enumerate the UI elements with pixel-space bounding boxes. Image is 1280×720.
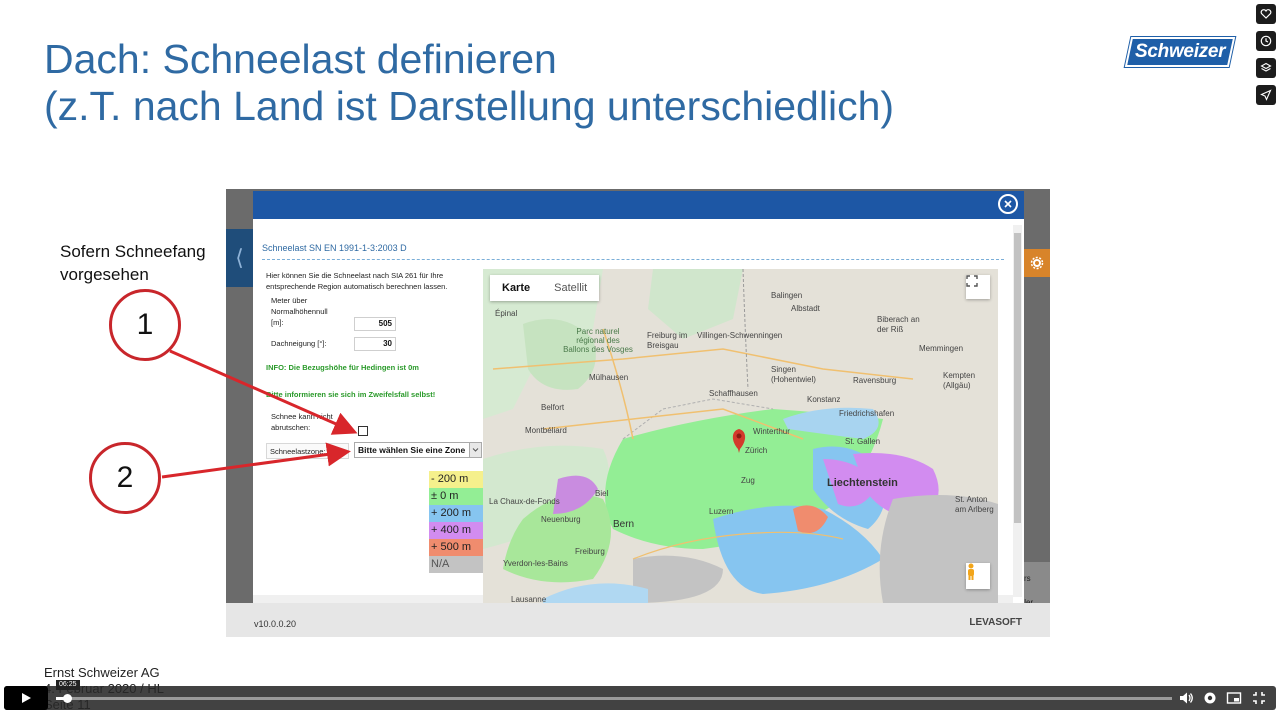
map-label-epinal: Épinal (495, 309, 518, 318)
slide-off-label-2: abrutschen: (271, 423, 311, 432)
levasoft-logo: LEVASOFT (969, 617, 1022, 628)
snow-cannot-slide-checkbox[interactable] (358, 426, 368, 436)
height-label-2: Normalhöhennull (271, 307, 328, 316)
gear-icon[interactable] (1024, 249, 1050, 277)
map-label-friedrichshafen: Friedrichshafen (839, 409, 895, 418)
annotation-text: Sofern Schneefang vorgesehen (60, 240, 206, 286)
dialog-description: Hier können Sie die Schneelast nach SIA … (266, 271, 448, 291)
map-label-biel: Biel (595, 489, 609, 498)
map-label-liechtenstein: Liechtenstein (827, 477, 898, 489)
play-icon (22, 693, 31, 703)
schweizer-logo: Schweizer (1124, 37, 1236, 67)
slope-input[interactable]: 30 (354, 337, 396, 351)
map-label-freiburg-ch: Freiburg (575, 547, 605, 556)
tab-karte[interactable]: Karte (490, 275, 542, 301)
slide-title-line-2: (z.T. nach Land ist Darstellung untersch… (44, 83, 895, 129)
slope-label: Dachneigung [°]: (271, 339, 327, 348)
height-label-1: Meter über (271, 296, 308, 305)
video-player-bar: 06:25 (4, 680, 1276, 710)
map-label-stgallen: St. Gallen (845, 437, 881, 446)
close-icon[interactable] (998, 194, 1018, 214)
map-label-balingen: Balingen (771, 291, 803, 300)
map-label-zuerich: Zürich (745, 446, 768, 455)
scroll-thumb[interactable] (1014, 233, 1021, 523)
map-label-villingen: Villingen-Schwenningen (697, 331, 783, 340)
current-time: 06:25 (56, 680, 80, 690)
legend-item: N/A (429, 556, 483, 573)
clock-icon[interactable] (1256, 31, 1276, 51)
map-label-albstadt: Albstadt (791, 304, 820, 313)
map-label-schaffhausen: Schaffhausen (709, 389, 758, 398)
map-label-belfort: Belfort (541, 403, 565, 412)
chevron-left-icon[interactable]: ⟨ (226, 229, 253, 287)
app-screenshot: ⟨ rs aller v10.0.0.20 LEVASOFT Schneelas… (226, 189, 1050, 637)
footer-company: Ernst Schweizer AG (44, 665, 160, 680)
version-label: v10.0.0.20 (254, 619, 297, 629)
map-label-muelhausen: Mülhausen (589, 373, 629, 382)
map-label-memmingen: Memmingen (919, 344, 964, 353)
map-label-luzern: Luzern (709, 507, 734, 516)
snow-zone-value: Bitte wählen Sie eine Zone (358, 445, 466, 455)
map-label-winterthur: Winterthur (753, 427, 790, 436)
settings-icon[interactable] (1200, 688, 1220, 708)
snow-zone-select[interactable]: Bitte wählen Sie eine Zone (354, 442, 482, 458)
legend-item: - 200 m (429, 471, 483, 488)
info-text: INFO: Die Bezugshöhe für Hedingen ist 0m (266, 363, 419, 372)
map-type-tabs: Karte Satellit (490, 275, 600, 301)
map-label-montbeliard: Montbéliard (525, 426, 567, 435)
map-label-zug: Zug (741, 476, 755, 485)
annotation-line-1: Sofern Schneefang (60, 242, 206, 261)
pegman-icon[interactable] (966, 563, 990, 589)
map-label-lausanne: Lausanne (511, 595, 547, 603)
callout-1: 1 (109, 289, 181, 361)
slide-title-line-1: Dach: Schneelast definieren (44, 36, 557, 82)
vertical-scrollbar[interactable] (1013, 225, 1022, 597)
dialog-separator (262, 259, 1004, 260)
height-input[interactable]: 505 (354, 317, 396, 331)
map-label-kempten: Kempten (Allgäu) (943, 371, 976, 390)
app-statusbar (226, 603, 1050, 637)
warning-text: Bitte informieren sie sich im Zweifelsfa… (266, 390, 436, 399)
map-label-ballons: Parc naturel régional des Ballons des Vo… (563, 327, 633, 354)
slide-title: Dach: Schneelast definieren (z.T. nach L… (44, 36, 1044, 130)
fullscreen-icon[interactable] (966, 275, 990, 299)
progress-bar[interactable] (56, 694, 1172, 703)
zone-legend: - 200 m ± 0 m + 200 m + 400 m + 500 m N/… (429, 471, 483, 573)
dialog-header (253, 191, 1024, 219)
map-label-stanton: St. Anton am Arlberg (955, 495, 994, 514)
zone-label: Schneelastzone: (270, 447, 326, 456)
tab-satellit[interactable]: Satellit (542, 275, 599, 301)
legend-item: + 200 m (429, 505, 483, 522)
picture-in-picture-icon[interactable] (1224, 688, 1244, 708)
snow-load-dialog: Schneelast SN EN 1991-1-3:2003 D Hier kö… (253, 191, 1024, 603)
volume-icon[interactable] (1176, 688, 1196, 708)
panel-text-1: rs (1024, 574, 1031, 583)
progress-handle[interactable] (63, 694, 73, 703)
annotation-line-2: vorgesehen (60, 265, 149, 284)
send-icon[interactable] (1256, 85, 1276, 105)
map-label-biberach: Biberach an der Riß (877, 315, 920, 334)
legend-item: + 400 m (429, 522, 483, 539)
map-label-yverdon: Yverdon-les-Bains (503, 559, 568, 568)
map-label-ravensburg: Ravensburg (853, 376, 897, 385)
legend-item: ± 0 m (429, 488, 483, 505)
map-label-singen: Singen (Hohentwiel) (771, 365, 816, 384)
map-label-bern: Bern (613, 519, 635, 530)
layers-icon[interactable] (1256, 58, 1276, 78)
side-actions (1256, 4, 1276, 112)
map-label-chauxdefonds: La Chaux-de-Fonds (489, 497, 560, 506)
map-label-neuenburg: Neuenburg (541, 515, 581, 524)
logo-text: Schweizer (1134, 41, 1226, 62)
legend-item: + 500 m (429, 539, 483, 556)
snow-zone-map[interactable]: Karte Satellit Épinal Parc naturel régio… (483, 269, 998, 603)
play-button[interactable] (4, 686, 48, 710)
fullscreen-exit-icon[interactable] (1249, 688, 1269, 708)
map-label-konstanz: Konstanz (807, 395, 841, 404)
heart-icon[interactable] (1256, 4, 1276, 24)
slide-off-label-1: Schnee kann nicht (271, 412, 333, 421)
callout-2: 2 (89, 442, 161, 514)
height-label-3: [m]: (271, 318, 284, 327)
dialog-title: Schneelast SN EN 1991-1-3:2003 D (262, 243, 407, 253)
chevron-down-icon[interactable] (469, 443, 481, 457)
